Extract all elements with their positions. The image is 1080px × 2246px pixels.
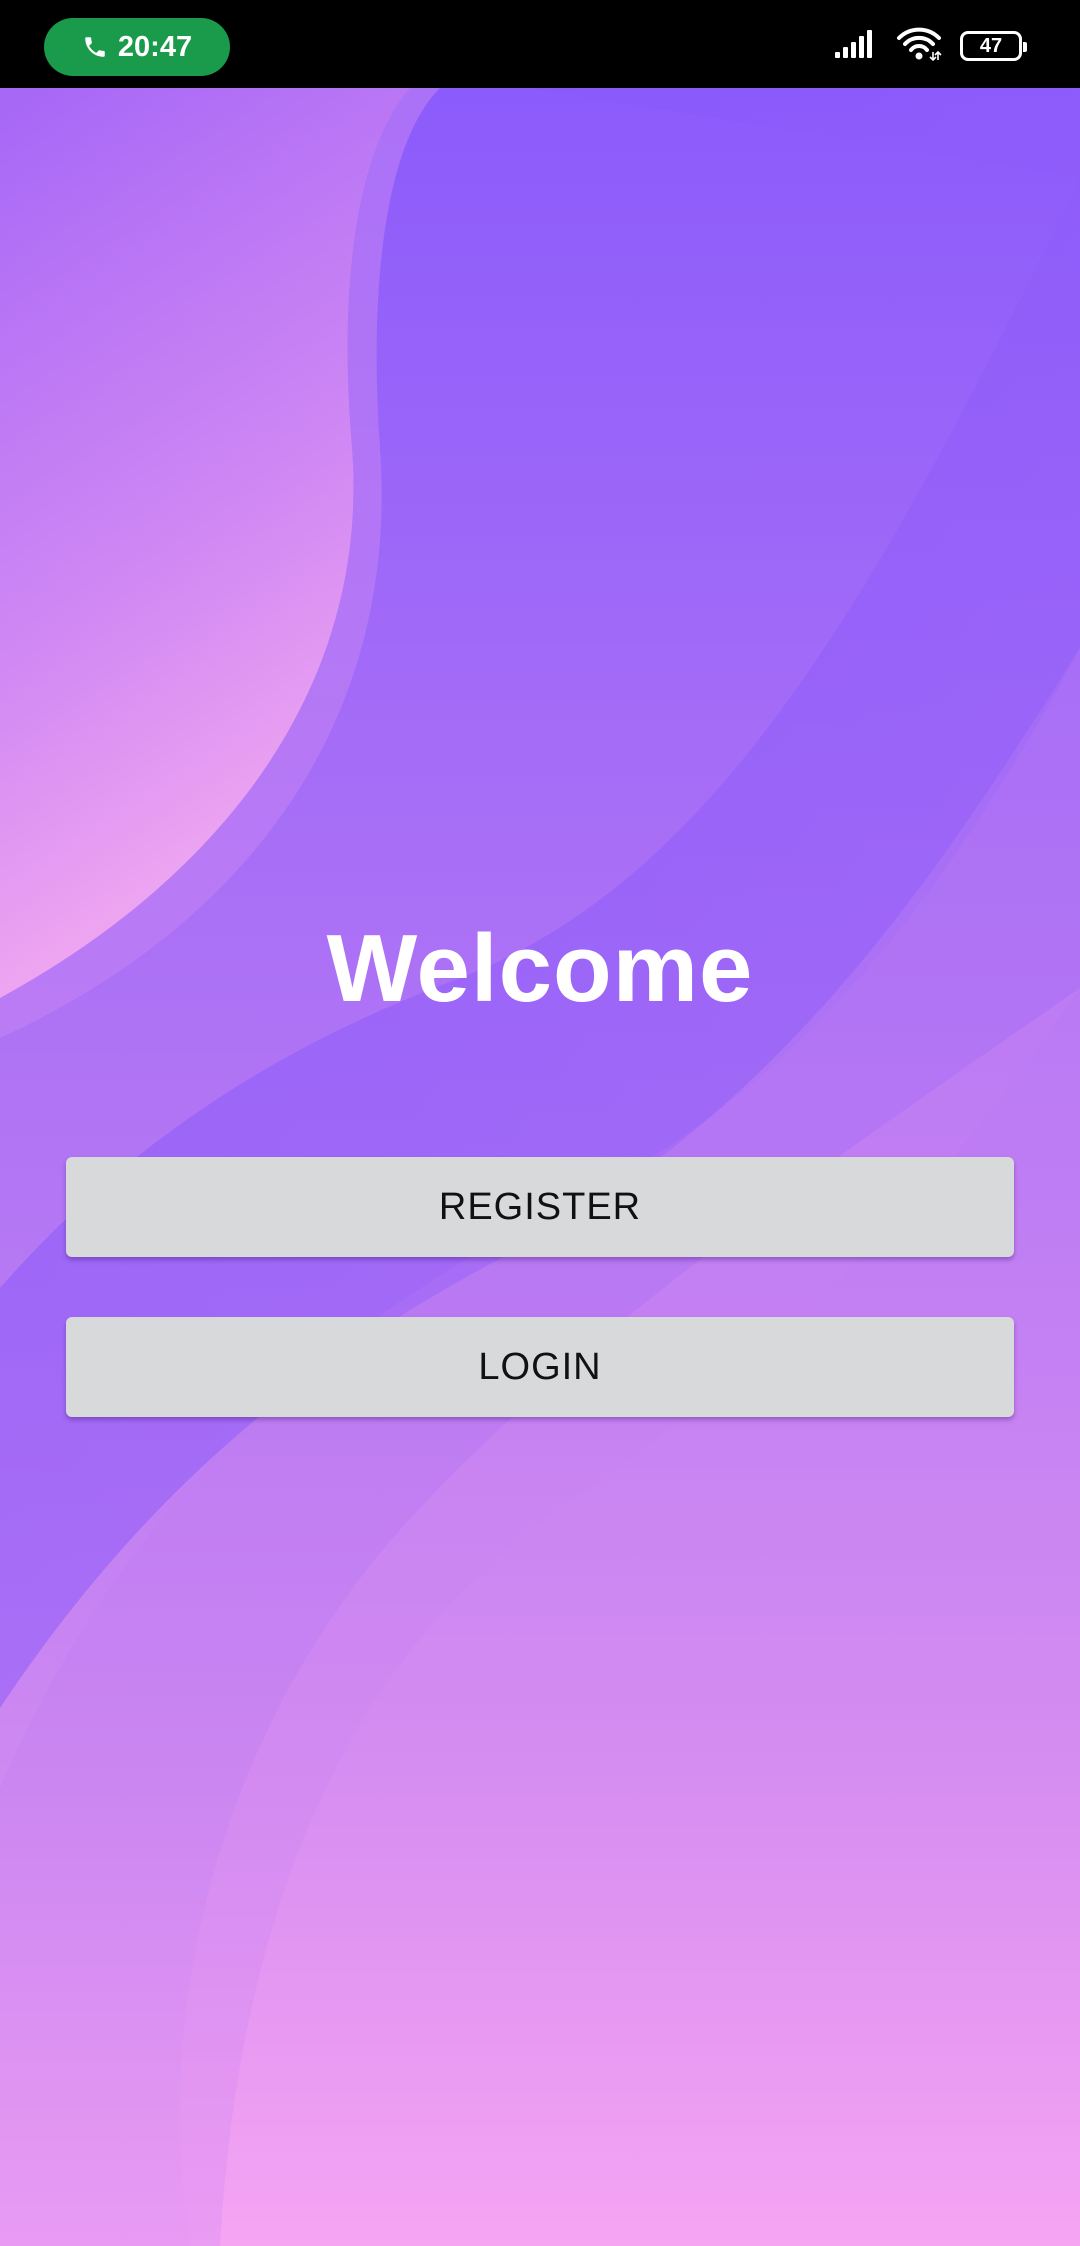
call-time: 20:47 — [117, 30, 193, 63]
register-button[interactable]: REGISTER — [66, 1157, 1014, 1257]
status-icons: 47 — [834, 26, 1027, 67]
ongoing-call-pill[interactable]: 20:47 — [44, 18, 230, 76]
status-bar: 20:47 47 — [0, 0, 1080, 88]
phone-icon — [82, 34, 108, 60]
phone-screen: 20:47 47 Welcome REGISTER LOGIN — [0, 0, 1080, 2246]
welcome-screen: Welcome REGISTER LOGIN — [0, 88, 1080, 2246]
battery-icon: 47 — [960, 31, 1027, 61]
signal-icon — [834, 28, 878, 65]
welcome-title: Welcome — [326, 915, 754, 1022]
battery-level: 47 — [979, 35, 1003, 57]
wifi-icon — [896, 26, 942, 67]
login-button[interactable]: LOGIN — [66, 1317, 1014, 1417]
